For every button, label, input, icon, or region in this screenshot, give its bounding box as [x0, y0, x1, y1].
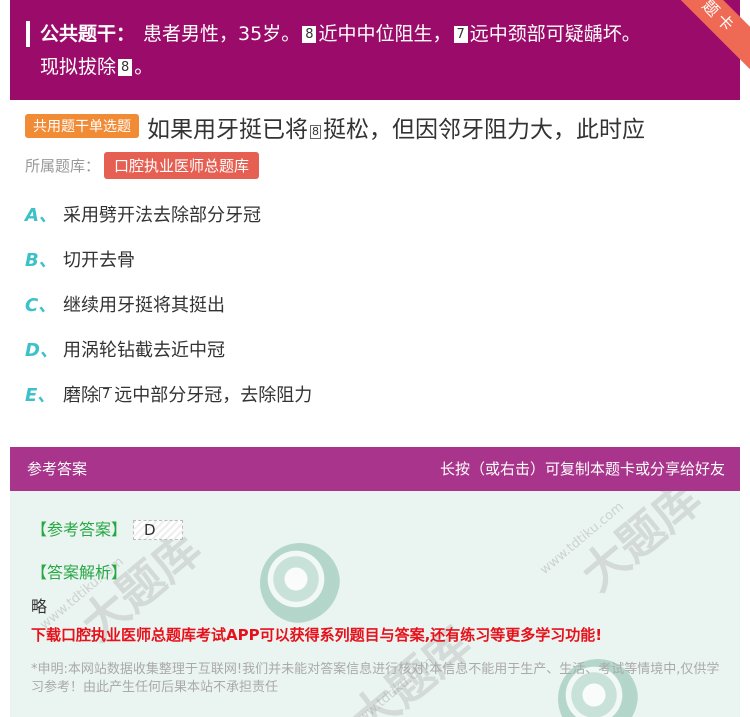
- option-text-part: 远中部分牙冠，去除阻力: [114, 385, 313, 406]
- stem-text: 远中颈部可疑龋坏。: [469, 23, 641, 45]
- option-key: B、: [25, 250, 57, 271]
- source-label: 所属题库：: [25, 157, 101, 175]
- question-text-part: 挺松，但因邻牙阻力大，此时应: [323, 117, 645, 143]
- option-text: 用涡轮钻截去近中冠: [63, 340, 225, 361]
- shared-stem-banner: 公共题干： 患者男性，35岁。 8 近中中位阻生， 7 远中颈部可疑龋坏。 现拟拔除 8。: [10, 0, 740, 100]
- answer-panel-title: 参考答案: [27, 460, 88, 478]
- question-type-tag: 共用题干单选题: [25, 114, 139, 138]
- option-text: 磨除 7 远中部分牙冠，去除阻力: [63, 383, 312, 409]
- answer-value: D: [133, 520, 183, 540]
- question-bank-link[interactable]: 口腔执业医师总题库: [104, 152, 260, 179]
- stem-text: 患者男性，35岁。: [143, 23, 301, 45]
- option-key: A、: [25, 205, 57, 226]
- answer-label: 【参考答案】: [31, 520, 128, 539]
- question-text: 如果用牙挺已将 8 挺松，但因邻牙阻力大，此时应: [147, 117, 645, 143]
- option-key: E、: [25, 385, 56, 406]
- stem-accent-bar: [26, 21, 30, 47]
- ribbon-container: 题卡: [640, 0, 750, 110]
- stem-text: 。: [134, 56, 154, 78]
- option-c[interactable]: C、 继续用牙挺将其挺出: [25, 293, 312, 338]
- download-app-promo-link[interactable]: 下载口腔执业医师总题库考试APP可以获得系列题目与答案,还有练习等更多学习功能!: [31, 624, 602, 645]
- options-list: A、 采用劈开法去除部分牙冠 B、 切开去骨 C、 继续用牙挺将其挺出 D、 用…: [25, 203, 312, 428]
- option-text: 采用劈开法去除部分牙冠: [63, 205, 261, 226]
- option-key: C、: [25, 295, 57, 316]
- answer-row: 【参考答案】 D: [31, 516, 183, 540]
- option-text: 继续用牙挺将其挺出: [63, 295, 225, 316]
- tooth-7-glyph-icon: 7: [99, 387, 113, 402]
- option-text-part: 磨除: [63, 385, 99, 406]
- watermark-logo-icon: [260, 543, 340, 623]
- tooth-8-glyph-icon: 8: [310, 125, 321, 139]
- option-key: D、: [25, 340, 58, 361]
- analysis-value: 略: [31, 597, 48, 616]
- option-text: 切开去骨: [63, 250, 135, 271]
- stem-text: 现拟拔除: [40, 56, 117, 78]
- share-hint: 长按（或右击）可复制本题卡或分享给好友: [439, 460, 725, 478]
- source-row: 所属题库： 口腔执业医师总题库: [25, 152, 260, 179]
- tooth-8-glyph-icon: 8: [118, 59, 133, 76]
- disclaimer-text: *申明:本网站数据收集整理于互联网!我们并未能对答案信息进行核对!本信息不能用于…: [31, 662, 720, 695]
- question-card-ribbon: 题卡: [662, 0, 750, 74]
- answer-panel-header: 参考答案 长按（或右击）可复制本题卡或分享给好友: [10, 447, 740, 491]
- option-e[interactable]: E、 磨除 7 远中部分牙冠，去除阻力: [25, 383, 312, 428]
- analysis-label: 【答案解析】: [31, 563, 128, 582]
- answer-panel-body: 大题库 大题库 大题库 www.tdtiku.com www.tdtiku.co…: [10, 491, 740, 717]
- stem-text: 近中中位阻生，: [318, 23, 452, 45]
- tooth-8-glyph-icon: 8: [302, 26, 317, 43]
- option-b[interactable]: B、 切开去骨: [25, 248, 312, 293]
- tooth-7-glyph-icon: 7: [453, 26, 468, 43]
- stem-line-2: 现拟拔除 8。: [40, 52, 153, 82]
- stem-label: 公共题干：: [40, 23, 136, 45]
- stem-line-1: 公共题干： 患者男性，35岁。 8 近中中位阻生， 7 远中颈部可疑龋坏。: [40, 19, 641, 49]
- question-text-part: 如果用牙挺已将: [147, 117, 308, 143]
- option-a[interactable]: A、 采用劈开法去除部分牙冠: [25, 203, 312, 248]
- watermark-text: 大题库: [570, 491, 712, 602]
- option-d[interactable]: D、 用涡轮钻截去近中冠: [25, 338, 312, 383]
- question-row: 共用题干单选题 如果用牙挺已将 8 挺松，但因邻牙阻力大，此时应: [25, 110, 645, 144]
